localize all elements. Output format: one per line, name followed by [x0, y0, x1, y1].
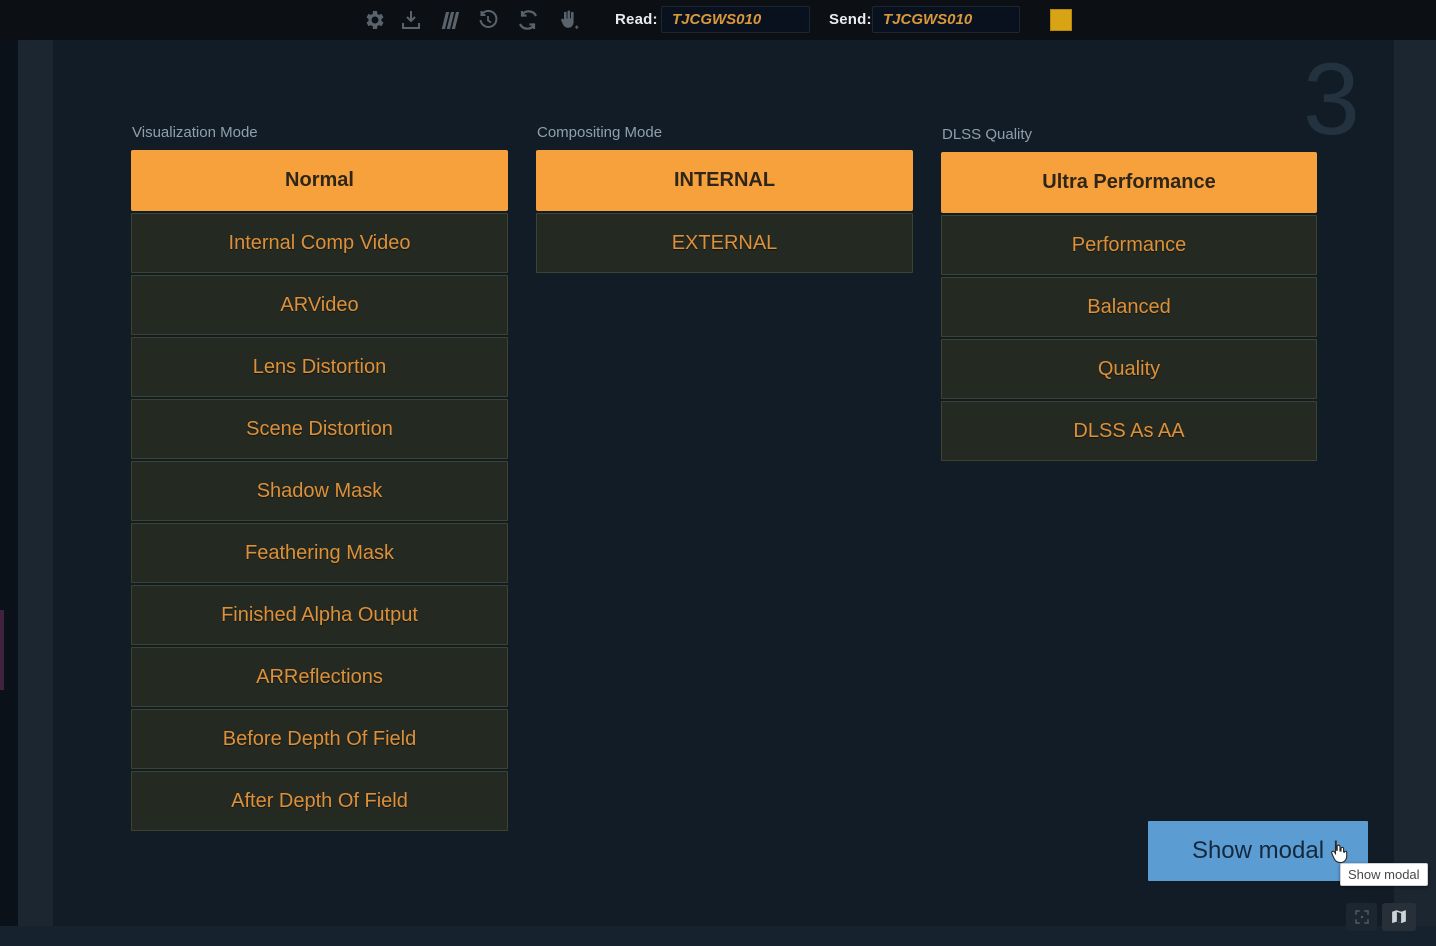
status-color-swatch[interactable]: [1050, 9, 1072, 31]
option-shadow-mask[interactable]: Shadow Mask: [131, 461, 508, 521]
send-input[interactable]: [872, 6, 1020, 33]
refresh-sync-icon[interactable]: [516, 8, 540, 32]
option-scene-distortion[interactable]: Scene Distortion: [131, 399, 508, 459]
option-before-depth-of-field[interactable]: Before Depth Of Field: [131, 709, 508, 769]
left-edge-strip: [0, 40, 18, 926]
bottom-band: [0, 926, 1436, 946]
option-balanced[interactable]: Balanced: [941, 277, 1317, 337]
option-quality[interactable]: Quality: [941, 339, 1317, 399]
history-restore-icon[interactable]: [476, 8, 500, 32]
option-internal[interactable]: INTERNAL: [536, 150, 913, 211]
option-external[interactable]: EXTERNAL: [536, 213, 913, 273]
option-performance[interactable]: Performance: [941, 215, 1317, 275]
compositing-mode-title: Compositing Mode: [537, 124, 913, 141]
fullscreen-icon: [1353, 908, 1371, 926]
option-after-depth-of-field[interactable]: After Depth Of Field: [131, 771, 508, 831]
show-modal-tooltip: Show modal: [1340, 863, 1428, 886]
option-feathering-mask[interactable]: Feathering Mask: [131, 523, 508, 583]
show-modal-button[interactable]: Show modal: [1148, 821, 1368, 881]
fullscreen-toggle-button[interactable]: [1346, 903, 1377, 931]
compositing-mode-options: INTERNALEXTERNAL: [536, 150, 913, 273]
option-arreflections[interactable]: ARReflections: [131, 647, 508, 707]
visualization-mode-group: Visualization Mode NormalInternal Comp V…: [131, 124, 508, 833]
option-finished-alpha-output[interactable]: Finished Alpha Output: [131, 585, 508, 645]
option-ultra-performance[interactable]: Ultra Performance: [941, 152, 1317, 213]
compositing-mode-group: Compositing Mode INTERNALEXTERNAL: [536, 124, 913, 275]
settings-gear-icon[interactable]: [362, 8, 386, 32]
option-internal-comp-video[interactable]: Internal Comp Video: [131, 213, 508, 273]
option-arvideo[interactable]: ARVideo: [131, 275, 508, 335]
option-dlss-as-aa[interactable]: DLSS As AA: [941, 401, 1317, 461]
send-label: Send:: [829, 11, 872, 28]
map-toggle-button[interactable]: [1382, 903, 1416, 931]
top-toolbar: Read: Send:: [0, 0, 1436, 40]
read-input[interactable]: [661, 6, 810, 33]
dlss-quality-group: DLSS Quality Ultra PerformancePerformanc…: [941, 126, 1317, 463]
option-lens-distortion[interactable]: Lens Distortion: [131, 337, 508, 397]
option-normal[interactable]: Normal: [131, 150, 508, 211]
video-artifact: [0, 610, 4, 690]
visualization-mode-options: NormalInternal Comp VideoARVideoLens Dis…: [131, 150, 508, 831]
dlss-quality-options: Ultra PerformancePerformanceBalancedQual…: [941, 152, 1317, 461]
read-label: Read:: [615, 11, 658, 28]
library-columns-icon[interactable]: [437, 8, 461, 32]
hand-pan-add-icon[interactable]: [556, 8, 580, 32]
dlss-quality-title: DLSS Quality: [942, 126, 1317, 143]
map-icon: [1390, 908, 1408, 926]
import-download-icon[interactable]: [399, 8, 423, 32]
visualization-mode-title: Visualization Mode: [132, 124, 508, 141]
